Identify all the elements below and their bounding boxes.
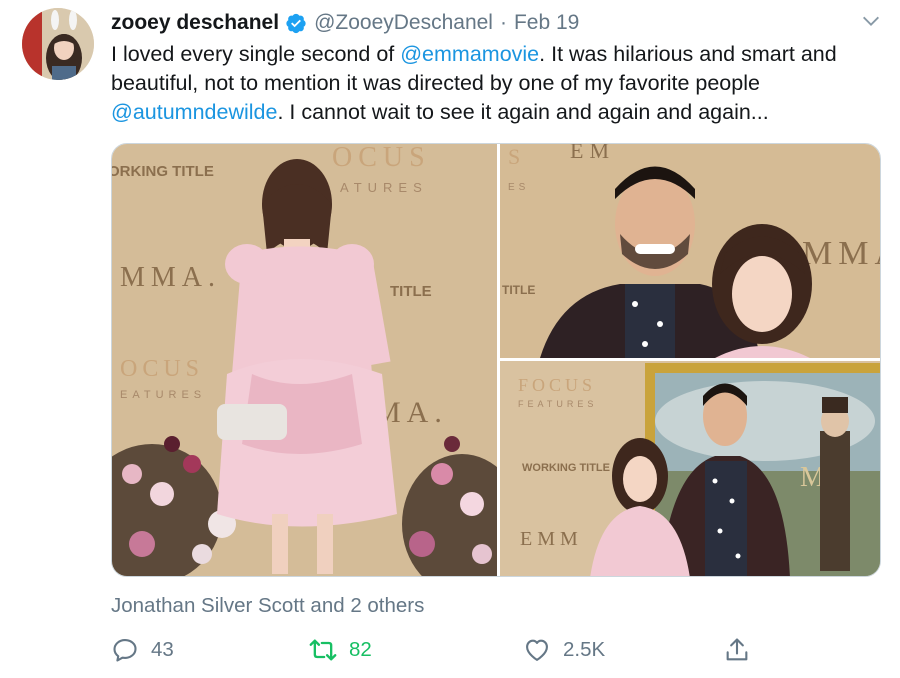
mention-link[interactable]: @autumndewilde	[111, 100, 277, 124]
tweet-text-part: I loved every single second of	[111, 42, 401, 66]
banner-text: ATURES	[340, 180, 428, 195]
reply-icon	[113, 639, 137, 662]
banner-text: MMA.	[120, 262, 221, 293]
author-handle[interactable]: @ZooeyDeschanel	[314, 11, 493, 35]
banner-text: TITLE	[502, 283, 535, 297]
photo-3-image: FOCUS FEATURES WORKING TITLE EMM MA	[500, 361, 880, 576]
photo-3[interactable]: FOCUS FEATURES WORKING TITLE EMM MA	[500, 361, 880, 576]
like-icon	[526, 639, 548, 661]
banner-text: ES	[508, 182, 529, 193]
like-count: 2.5K	[563, 638, 606, 661]
share-button[interactable]	[723, 633, 751, 667]
retweet-count: 82	[349, 638, 372, 661]
action-bar: 43 82 2.5K	[111, 633, 881, 667]
retweet-icon	[309, 639, 337, 661]
banner-text: EMM	[520, 528, 583, 550]
media-grid: ORKING TITLE OCUS ATURES MMA. TITLE OCUS…	[111, 143, 881, 577]
photo-1-image: ORKING TITLE OCUS ATURES MMA. TITLE OCUS…	[112, 144, 497, 576]
tweet-text-part: . I cannot wait to see it again and agai…	[277, 100, 769, 124]
verified-badge-icon	[286, 13, 306, 34]
banner-text: EATURES	[120, 389, 206, 401]
author-name[interactable]: zooey deschanel	[111, 11, 279, 35]
share-icon	[726, 638, 748, 661]
banner-text: ORKING TITLE	[112, 163, 214, 180]
photo-2-image: S ES EM TITLE MMA	[500, 144, 881, 358]
avatar-image	[22, 8, 94, 80]
photo-1[interactable]: ORKING TITLE OCUS ATURES MMA. TITLE OCUS…	[112, 144, 497, 576]
header-separator: ·	[499, 11, 507, 34]
banner-text: WORKING TITLE	[522, 462, 610, 474]
tweet-text: I loved every single second of @emmamovi…	[111, 40, 881, 127]
retweet-button[interactable]: 82	[309, 633, 372, 667]
banner-text: EM	[570, 144, 615, 163]
banner-text: MMA	[802, 235, 881, 272]
banner-text: FOCUS	[518, 375, 596, 395]
banner-text: OCUS	[120, 356, 204, 382]
reply-button[interactable]: 43	[111, 633, 174, 667]
chevron-down-icon[interactable]	[860, 10, 882, 32]
avatar[interactable]	[22, 8, 94, 80]
tweet-date[interactable]: Feb 19	[514, 11, 579, 35]
liked-by-text[interactable]: Jonathan Silver Scott and 2 others	[111, 594, 424, 618]
photo-2[interactable]: S ES EM TITLE MMA	[500, 144, 881, 358]
reply-count: 43	[151, 638, 174, 661]
banner-text: OCUS	[332, 144, 431, 173]
banner-text: S	[508, 144, 520, 169]
mention-link[interactable]: @emmamovie	[400, 42, 539, 66]
banner-text: FEATURES	[518, 399, 597, 409]
banner-text: TITLE	[390, 283, 432, 300]
tweet-card[interactable]: zooey deschanel @ZooeyDeschanel · Feb 19…	[0, 0, 900, 678]
like-button[interactable]: 2.5K	[523, 633, 605, 667]
tweet-header: zooey deschanel @ZooeyDeschanel · Feb 19	[111, 8, 579, 38]
